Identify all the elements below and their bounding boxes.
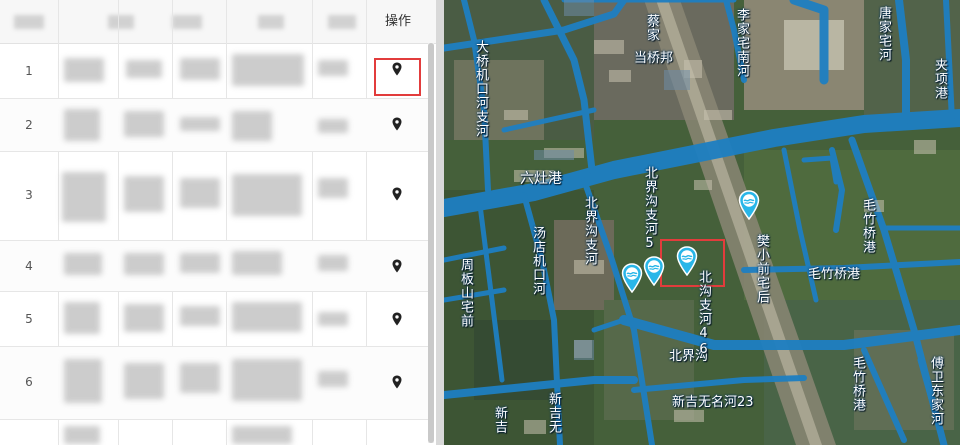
river-label: 新吉无名河23 (672, 395, 754, 410)
river-label: 新吉 (492, 406, 507, 434)
panel-divider[interactable] (436, 0, 444, 445)
locate-pin-button[interactable] (386, 255, 408, 277)
data-table-panel: 操作 1 2 3 4 5 6 (0, 0, 436, 445)
redacted-header (108, 15, 134, 29)
row-number: 2 (25, 118, 33, 132)
place-label: 蔡家 (644, 14, 659, 42)
redacted-header (328, 15, 356, 29)
river-label: 毛竹桥港 (808, 267, 861, 282)
map-pin-icon (392, 259, 402, 273)
river-label: 北沟支河46 (696, 270, 711, 358)
river-label: 六灶港 (520, 171, 562, 187)
locate-pin-button[interactable] (386, 183, 408, 205)
table-row: 2 (0, 99, 432, 152)
redacted-header (172, 15, 202, 29)
satellite-map[interactable]: 大桥机口河支河 蔡家 当桥邦 李家宅南河 唐家宅河 夹项港 六灶港 北界沟支河5… (444, 0, 960, 445)
river-label: 毛竹桥港 (860, 198, 875, 254)
water-station-icon[interactable] (676, 246, 698, 276)
row-number: 3 (25, 188, 33, 202)
table-scrollbar[interactable] (428, 43, 434, 443)
row-number: 4 (25, 259, 33, 273)
locate-pin-button[interactable] (386, 308, 408, 330)
river-label: 北界沟支河5 (642, 166, 657, 252)
river-label: 毛竹桥港 (850, 356, 865, 412)
water-station-icon[interactable] (643, 256, 665, 286)
scrollbar-thumb[interactable] (428, 43, 434, 443)
table-row: 1 (0, 44, 432, 99)
locate-pin-button[interactable] (386, 113, 408, 135)
redacted-header (258, 15, 284, 29)
water-station-icon[interactable] (621, 263, 643, 293)
map-pin-icon (392, 117, 402, 131)
river-label: 新吉无 (546, 392, 561, 434)
table-row: 4 (0, 241, 432, 292)
map-pin-icon (392, 375, 402, 389)
redacted-header (14, 15, 44, 29)
highlight-box (374, 58, 421, 96)
place-label: 樊小前宅后 (754, 234, 769, 304)
water-station-icon[interactable] (738, 190, 760, 220)
place-label: 当桥邦 (634, 51, 674, 66)
table-row: 3 (0, 152, 432, 241)
locate-pin-button[interactable] (386, 371, 408, 393)
column-header-operation: 操作 (384, 14, 411, 29)
row-number: 5 (25, 312, 33, 326)
place-label: 周板山宅前 (458, 258, 473, 328)
row-number: 1 (25, 64, 33, 78)
row-number: 6 (25, 375, 33, 389)
map-pin-icon (392, 187, 402, 201)
river-label: 唐家宅河 (876, 6, 891, 62)
map-canvas[interactable] (444, 0, 960, 445)
river-label: 大桥机口河支河 (473, 40, 488, 138)
table-row: 6 (0, 347, 432, 420)
map-pin-icon (392, 312, 402, 326)
river-label: 汤店机口河 (530, 226, 545, 296)
river-label: 夹项港 (932, 58, 947, 100)
river-label: 李家宅南河 (734, 8, 749, 78)
river-label: 傅卫东家河 (928, 356, 943, 426)
table-header: 操作 (0, 0, 436, 44)
river-label: 北界沟支河 (582, 196, 597, 266)
table-row (0, 420, 432, 445)
table-row: 5 (0, 292, 432, 347)
